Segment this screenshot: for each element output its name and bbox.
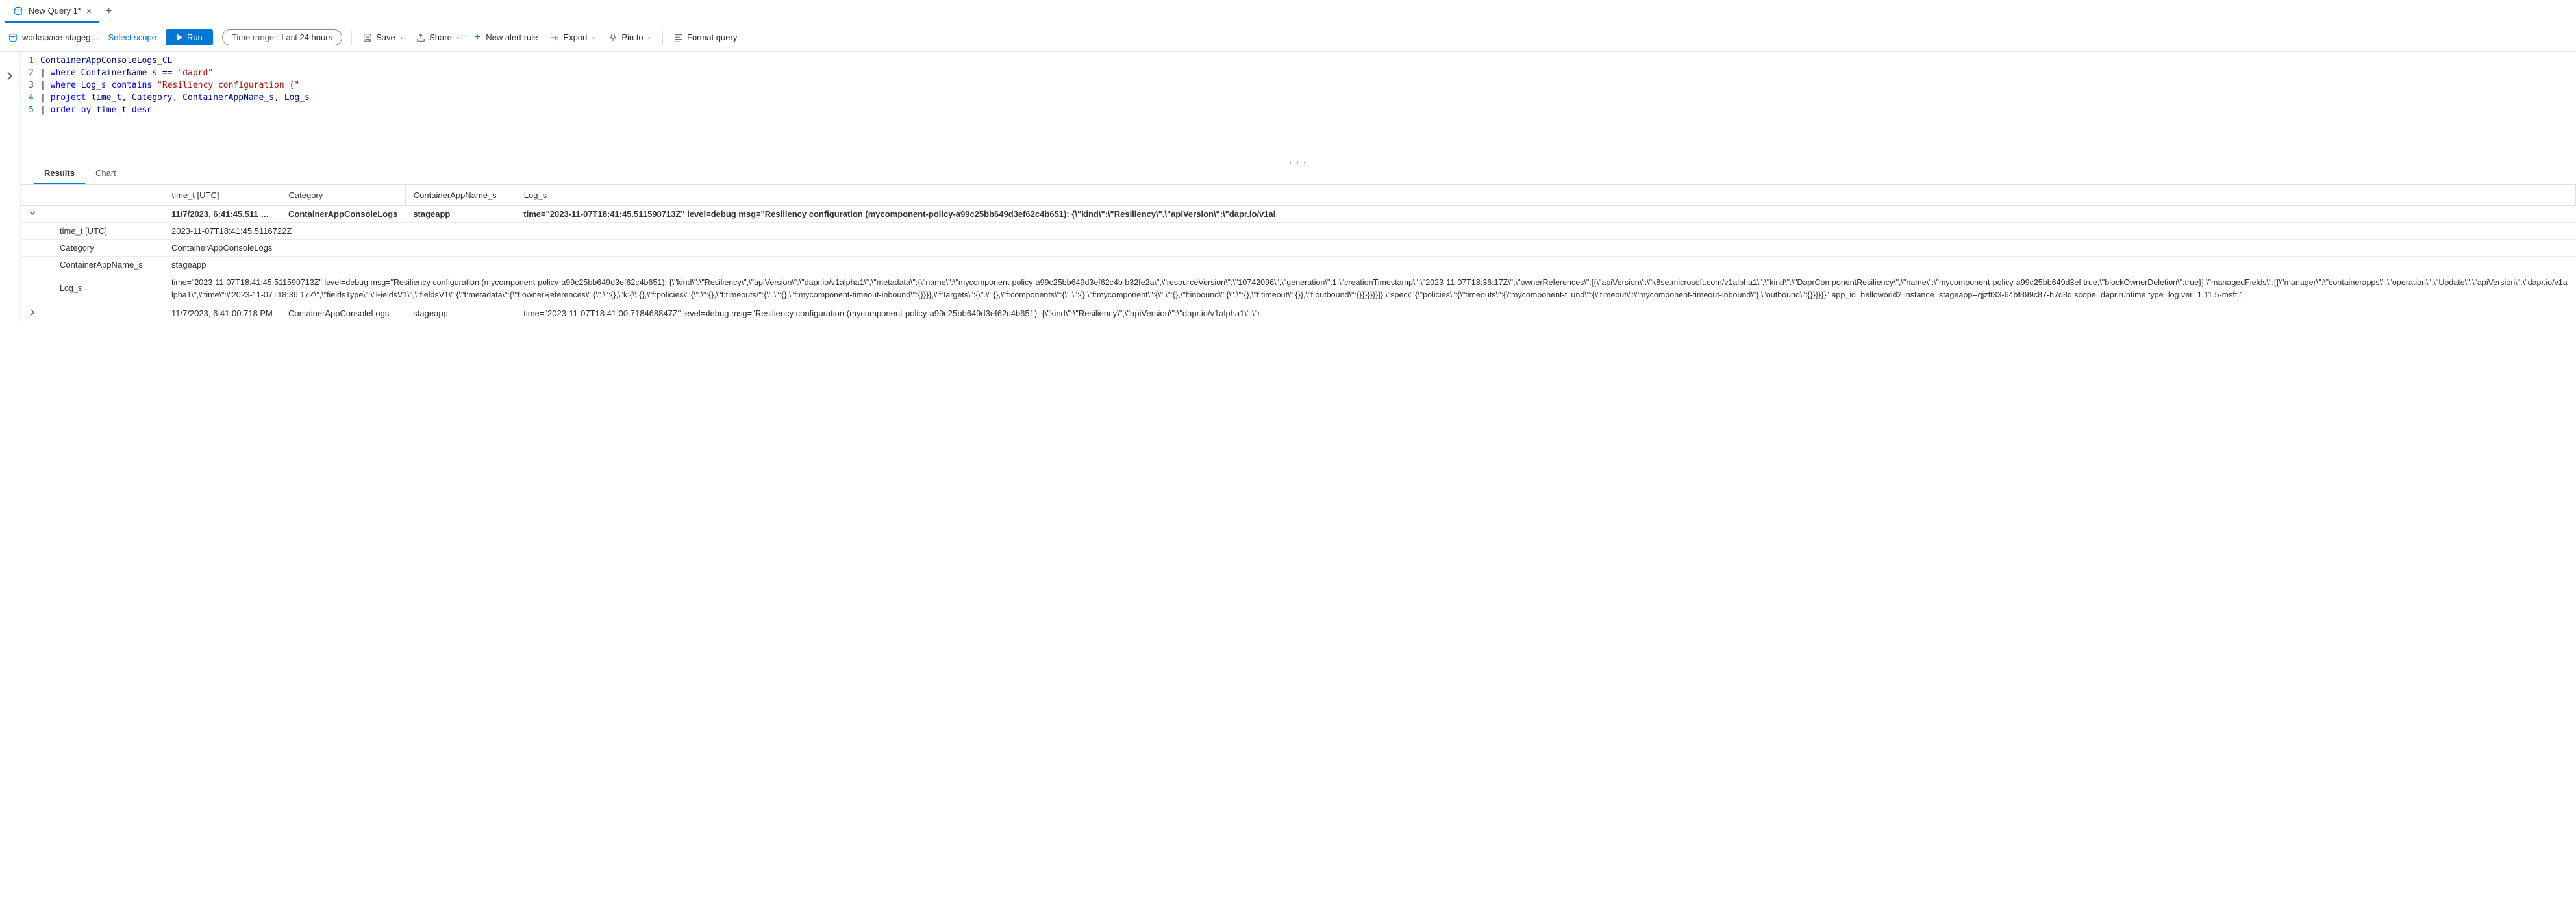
- save-icon: [362, 32, 373, 43]
- chevron-down-icon: ⌄: [455, 34, 460, 41]
- chevron-down-icon: [29, 209, 36, 217]
- column-header[interactable]: time_t [UTC]: [164, 185, 281, 206]
- detail-value: 2023-11-07T18:41:45.5116722Z: [164, 223, 2576, 240]
- select-scope-link[interactable]: Select scope: [108, 32, 156, 42]
- divider: [351, 31, 352, 45]
- format-query-button[interactable]: Format query: [672, 30, 738, 45]
- cell-category: ContainerAppConsoleLogs: [281, 206, 405, 223]
- export-button[interactable]: Export ⌄: [548, 30, 597, 45]
- tab-bar: New Query 1* × +: [0, 0, 2576, 23]
- export-icon: [549, 32, 560, 43]
- close-icon[interactable]: ×: [86, 6, 92, 16]
- tab-title: New Query 1*: [29, 6, 81, 16]
- chevron-down-icon: ⌄: [647, 34, 652, 41]
- result-tabs: Results Chart: [21, 163, 2576, 185]
- add-tab-button[interactable]: +: [99, 6, 118, 18]
- table-row[interactable]: 11/7/2023, 6:41:00.718 PM ContainerAppCo…: [21, 305, 2576, 322]
- divider: [662, 31, 663, 45]
- detail-value: time="2023-11-07T18:41:45.511590713Z" le…: [164, 273, 2576, 305]
- chevron-down-icon: ⌄: [399, 34, 404, 41]
- run-button[interactable]: Run: [166, 29, 213, 45]
- expand-column: [21, 185, 164, 206]
- cell-category: ContainerAppConsoleLogs: [281, 305, 405, 322]
- results-table: time_t [UTC] Category ContainerAppName_s…: [21, 185, 2576, 322]
- pin-button[interactable]: Pin to ⌄: [606, 30, 653, 45]
- play-icon: [176, 34, 183, 41]
- tab-results[interactable]: Results: [34, 163, 85, 184]
- detail-value: ContainerAppConsoleLogs: [164, 240, 2576, 257]
- query-tab[interactable]: New Query 1* ×: [5, 0, 99, 23]
- column-header[interactable]: Category: [281, 185, 405, 206]
- expand-toggle[interactable]: [21, 206, 164, 223]
- tab-chart[interactable]: Chart: [85, 163, 127, 184]
- format-icon: [673, 32, 684, 43]
- toolbar: workspace-stageg… Select scope Run Time …: [0, 23, 2576, 52]
- detail-label: Category: [21, 240, 164, 257]
- chevron-right-icon: [29, 309, 36, 316]
- detail-row: time_t [UTC] 2023-11-07T18:41:45.5116722…: [21, 223, 2576, 240]
- expand-toggle[interactable]: [21, 305, 164, 322]
- detail-row: ContainerAppName_s stageapp: [21, 257, 2576, 273]
- detail-row: Category ContainerAppConsoleLogs: [21, 240, 2576, 257]
- detail-label: time_t [UTC]: [21, 223, 164, 240]
- save-button[interactable]: Save ⌄: [361, 30, 405, 45]
- cell-app: stageapp: [405, 206, 516, 223]
- time-range-label: Time range :: [232, 32, 279, 42]
- resizer-handle[interactable]: • • •: [21, 158, 2576, 163]
- cell-log: time="2023-11-07T18:41:45.511590713Z" le…: [516, 206, 2575, 223]
- detail-row: Log_s time="2023-11-07T18:41:45.51159071…: [21, 273, 2576, 305]
- cell-log: time="2023-11-07T18:41:00.718468847Z" le…: [516, 305, 2575, 322]
- workspace-selector[interactable]: workspace-stageg…: [8, 32, 99, 43]
- table-row[interactable]: 11/7/2023, 6:41:45.511 … ContainerAppCon…: [21, 206, 2576, 223]
- cell-app: stageapp: [405, 305, 516, 322]
- query-editor[interactable]: 1ContainerAppConsoleLogs_CL2| where Cont…: [21, 52, 2576, 119]
- share-button[interactable]: Share ⌄: [414, 30, 462, 45]
- chevron-down-icon: ⌄: [591, 34, 596, 41]
- query-icon: [13, 6, 23, 16]
- new-alert-button[interactable]: + New alert rule: [471, 30, 539, 45]
- cell-time: 11/7/2023, 6:41:45.511 …: [164, 206, 281, 223]
- time-range-selector[interactable]: Time range : Last 24 hours: [222, 29, 342, 45]
- column-header[interactable]: Log_s: [516, 185, 2575, 206]
- share-icon: [416, 32, 426, 43]
- resizer-dots-icon: • • •: [1290, 160, 1308, 166]
- column-header[interactable]: ContainerAppName_s: [405, 185, 516, 206]
- workspace-name: workspace-stageg…: [22, 32, 99, 42]
- detail-label: Log_s: [21, 273, 164, 305]
- plus-icon: +: [472, 32, 482, 43]
- sidebar-toggle[interactable]: [0, 52, 21, 322]
- time-range-value: Last 24 hours: [281, 32, 332, 42]
- detail-label: ContainerAppName_s: [21, 257, 164, 273]
- pin-icon: [608, 32, 618, 43]
- detail-value: stageapp: [164, 257, 2576, 273]
- cell-time: 11/7/2023, 6:41:00.718 PM: [164, 305, 281, 322]
- workspace-icon: [8, 32, 18, 43]
- chevron-right-icon: [6, 71, 15, 81]
